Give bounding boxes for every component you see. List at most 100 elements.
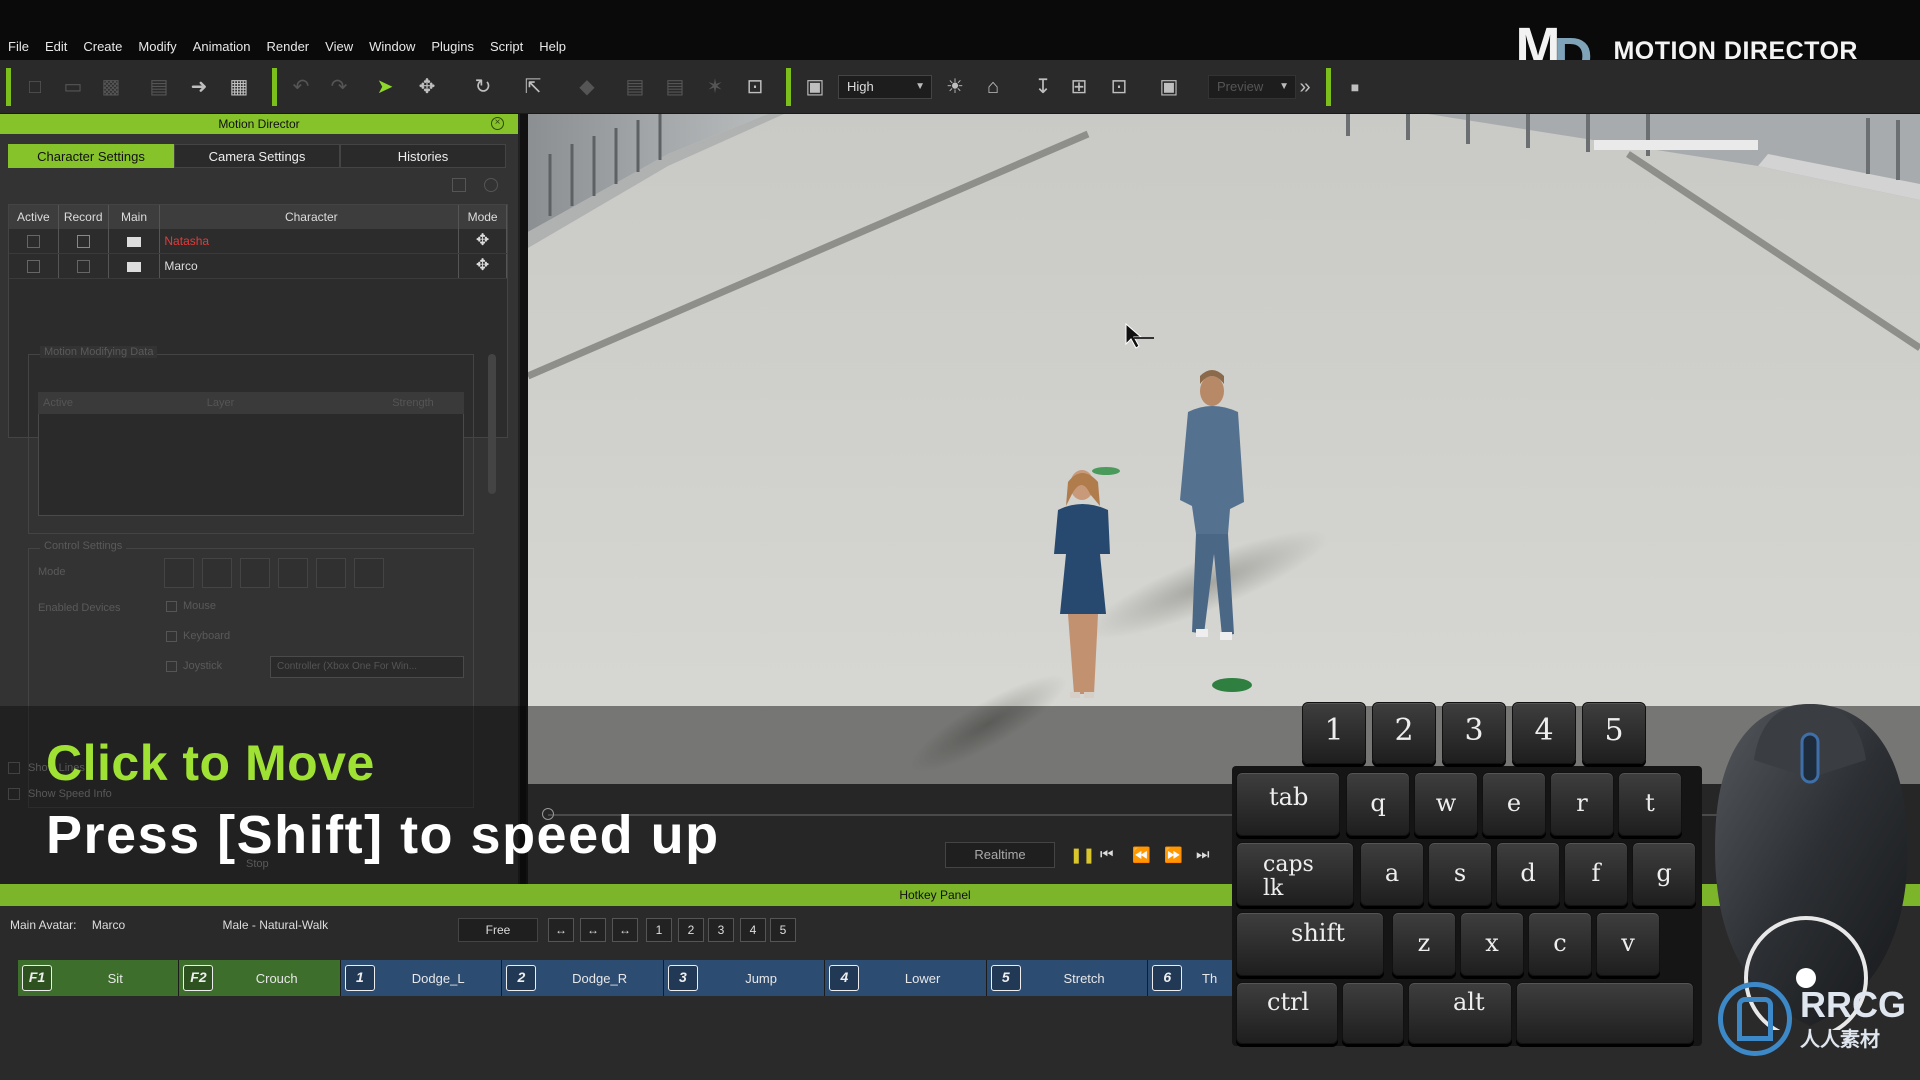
menu-plugins[interactable]: Plugins: [423, 36, 482, 58]
hotkey-dodge-r[interactable]: 2 Dodge_R: [502, 960, 664, 996]
quality-select[interactable]: High ▼: [838, 75, 932, 99]
copy-icon[interactable]: [452, 178, 466, 192]
hotkey-stretch[interactable]: 5 Stretch: [986, 960, 1149, 996]
tab-camera-settings[interactable]: Camera Settings: [174, 144, 340, 168]
mode-move-icon[interactable]: [164, 558, 194, 588]
menu-render[interactable]: Render: [259, 36, 318, 58]
frame-icon[interactable]: ⊞: [1066, 74, 1092, 100]
active-checkbox[interactable]: [26, 235, 40, 249]
mode-align-icon[interactable]: [316, 558, 346, 588]
menu-animation[interactable]: Animation: [185, 36, 259, 58]
link-icon[interactable]: ✶: [702, 74, 728, 100]
skip-start-icon[interactable]: ⏮: [1100, 846, 1114, 863]
expand-toolbar-icon[interactable]: »: [1292, 74, 1318, 100]
snap-icon[interactable]: ▤: [662, 74, 688, 100]
hotkey-sit[interactable]: F1 Sit: [18, 960, 180, 996]
hotkey-crouch[interactable]: F2 Crouch: [179, 960, 341, 996]
page-3-button[interactable]: 3: [708, 918, 734, 942]
menu-edit[interactable]: Edit: [37, 36, 75, 58]
menu-view[interactable]: View: [317, 36, 361, 58]
fast-forward-icon[interactable]: ⏩: [1164, 846, 1183, 864]
device-mouse[interactable]: Mouse: [166, 600, 216, 612]
page-5-button[interactable]: 5: [770, 918, 796, 942]
key-s: s: [1428, 842, 1492, 906]
character-name[interactable]: Natasha: [160, 229, 460, 253]
scrollbar[interactable]: [488, 354, 496, 494]
hotkey-jump[interactable]: 3 Jump: [663, 960, 826, 996]
move-mode-icon[interactable]: ✥: [459, 229, 507, 253]
rotate-icon[interactable]: ↻: [470, 74, 496, 100]
drop-to-floor-icon[interactable]: ↧: [1030, 74, 1056, 100]
control-group-label: Control Settings: [40, 540, 127, 552]
menu-modify[interactable]: Modify: [130, 36, 184, 58]
mode-strafe-icon[interactable]: [354, 558, 384, 588]
key-5: 5: [1582, 702, 1646, 764]
hotkey-th[interactable]: 6 Th: [1148, 960, 1238, 996]
refresh-icon[interactable]: [484, 178, 498, 192]
key-x: x: [1460, 912, 1524, 976]
stop-record-icon[interactable]: ■: [1342, 74, 1368, 100]
free-mode-select[interactable]: Free: [458, 918, 538, 942]
record-checkbox[interactable]: [76, 235, 90, 249]
table-row[interactable]: Natasha ✥: [9, 229, 507, 254]
device-joystick[interactable]: Joystick: [166, 660, 222, 672]
caption-shift-speed: Press [Shift] to speed up: [46, 805, 720, 865]
joystick-select[interactable]: Controller (Xbox One For Win...: [270, 656, 464, 678]
realtime-select[interactable]: Realtime: [945, 842, 1055, 868]
redo-icon[interactable]: ↷: [326, 74, 352, 100]
active-checkbox[interactable]: [26, 260, 40, 274]
mode-circle-icon[interactable]: [240, 558, 270, 588]
camera-fit-icon[interactable]: ⊡: [1106, 74, 1132, 100]
select-arrow-icon[interactable]: ➤: [372, 74, 398, 100]
toolbar-separator: [786, 68, 791, 106]
usd-export-icon[interactable]: ▦: [226, 74, 252, 100]
pause-icon[interactable]: ❚❚: [1070, 846, 1095, 864]
toolbar-separator: [6, 68, 11, 106]
record-checkbox[interactable]: [76, 260, 90, 274]
step-left-icon[interactable]: ↔: [548, 918, 574, 942]
device-keyboard[interactable]: Keyboard: [166, 630, 230, 642]
zoom-extent-icon[interactable]: ▣: [1156, 74, 1182, 100]
character-name[interactable]: Marco: [160, 254, 460, 278]
undo-icon[interactable]: ↶: [288, 74, 314, 100]
save-icon[interactable]: ▩: [98, 74, 124, 100]
rewind-icon[interactable]: ⏪: [1132, 846, 1151, 864]
3d-viewport[interactable]: [528, 114, 1920, 784]
camera-icon[interactable]: [126, 261, 141, 272]
layout-icon[interactable]: ▣: [802, 74, 828, 100]
close-icon[interactable]: ×: [491, 117, 504, 130]
toolbar-separator: [1326, 68, 1331, 106]
page-2-button[interactable]: 2: [678, 918, 704, 942]
mode-follow-icon[interactable]: [278, 558, 308, 588]
step-both-icon[interactable]: ↔: [580, 918, 606, 942]
camera-icon[interactable]: [126, 236, 141, 247]
menu-create[interactable]: Create: [75, 36, 130, 58]
home-camera-icon[interactable]: ⌂: [980, 74, 1006, 100]
page-1-button[interactable]: 1: [646, 918, 672, 942]
menu-script[interactable]: Script: [482, 36, 531, 58]
scale-icon[interactable]: ⇱: [520, 74, 546, 100]
mode-path-icon[interactable]: [202, 558, 232, 588]
menu-file[interactable]: File: [0, 36, 37, 58]
step-right-icon[interactable]: ↔: [612, 918, 638, 942]
distribute-icon[interactable]: ▤: [622, 74, 648, 100]
page-4-button[interactable]: 4: [740, 918, 766, 942]
preview-select[interactable]: Preview ▼: [1208, 75, 1296, 99]
import-icon[interactable]: ▤: [146, 74, 172, 100]
light-icon[interactable]: ☀: [942, 74, 968, 100]
new-file-icon[interactable]: □: [22, 74, 48, 100]
tab-histories[interactable]: Histories: [340, 144, 506, 168]
skip-end-icon[interactable]: ⏭: [1196, 846, 1210, 863]
open-file-icon[interactable]: ▭: [60, 74, 86, 100]
move-icon[interactable]: ✥: [414, 74, 440, 100]
hotkey-lower[interactable]: 4 Lower: [825, 960, 987, 996]
tab-character-settings[interactable]: Character Settings: [8, 144, 174, 168]
hotkey-dodge-l[interactable]: 1 Dodge_L: [340, 960, 503, 996]
table-row[interactable]: Marco ✥: [9, 254, 507, 279]
menu-help[interactable]: Help: [531, 36, 574, 58]
export-icon[interactable]: ➜: [186, 74, 212, 100]
menu-window[interactable]: Window: [361, 36, 423, 58]
pivot-icon[interactable]: ⊡: [742, 74, 768, 100]
move-mode-icon[interactable]: ✥: [459, 254, 507, 278]
align-icon[interactable]: ◆: [574, 74, 600, 100]
